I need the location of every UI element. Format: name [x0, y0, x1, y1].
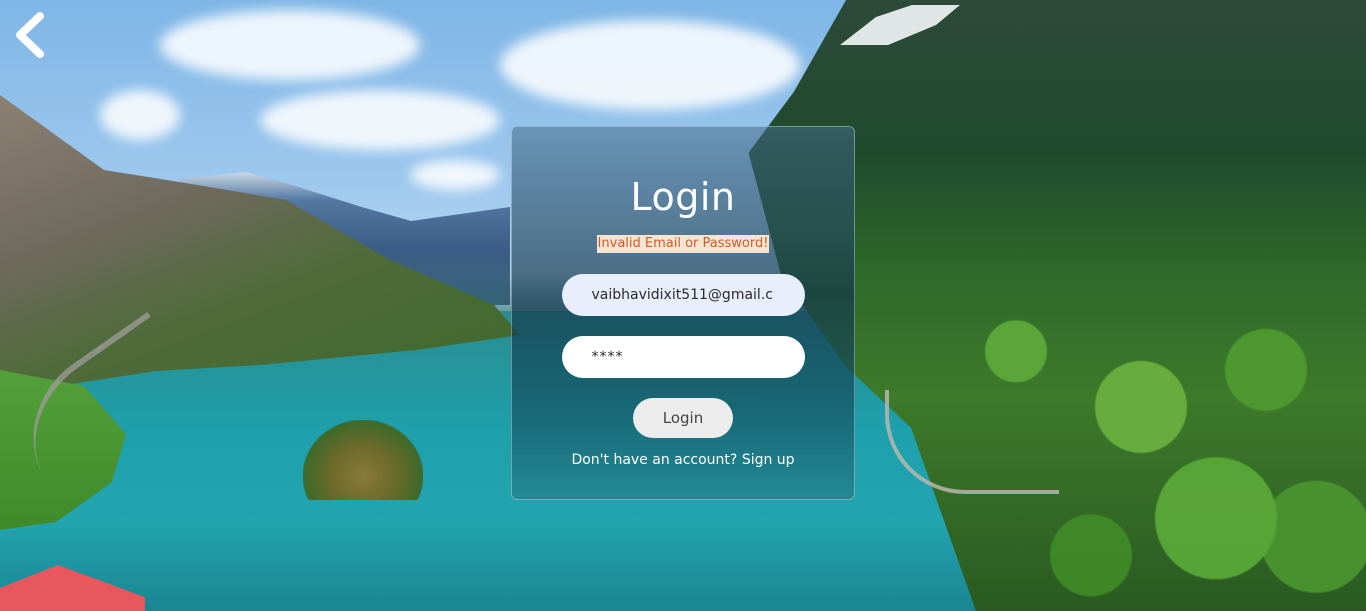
- page-title: Login: [630, 175, 736, 219]
- cloud: [260, 90, 500, 150]
- login-button[interactable]: Login: [633, 398, 733, 438]
- login-card: Login Invalid Email or Password! Login D…: [511, 126, 855, 500]
- login-page: Login Invalid Email or Password! Login D…: [0, 0, 1366, 611]
- cloud: [500, 20, 800, 110]
- password-field[interactable]: [561, 336, 805, 378]
- error-message: Invalid Email or Password!: [596, 235, 770, 253]
- small-island: [303, 420, 423, 500]
- email-field[interactable]: [561, 274, 805, 316]
- cloud: [100, 90, 180, 140]
- signup-prompt: Don't have an account?: [571, 452, 738, 468]
- chevron-left-icon: [10, 10, 50, 60]
- signup-line: Don't have an account? Sign up: [512, 451, 854, 469]
- signup-link[interactable]: Sign up: [742, 452, 795, 468]
- back-button[interactable]: [10, 10, 50, 60]
- cloud: [160, 10, 420, 80]
- cloud: [410, 160, 500, 190]
